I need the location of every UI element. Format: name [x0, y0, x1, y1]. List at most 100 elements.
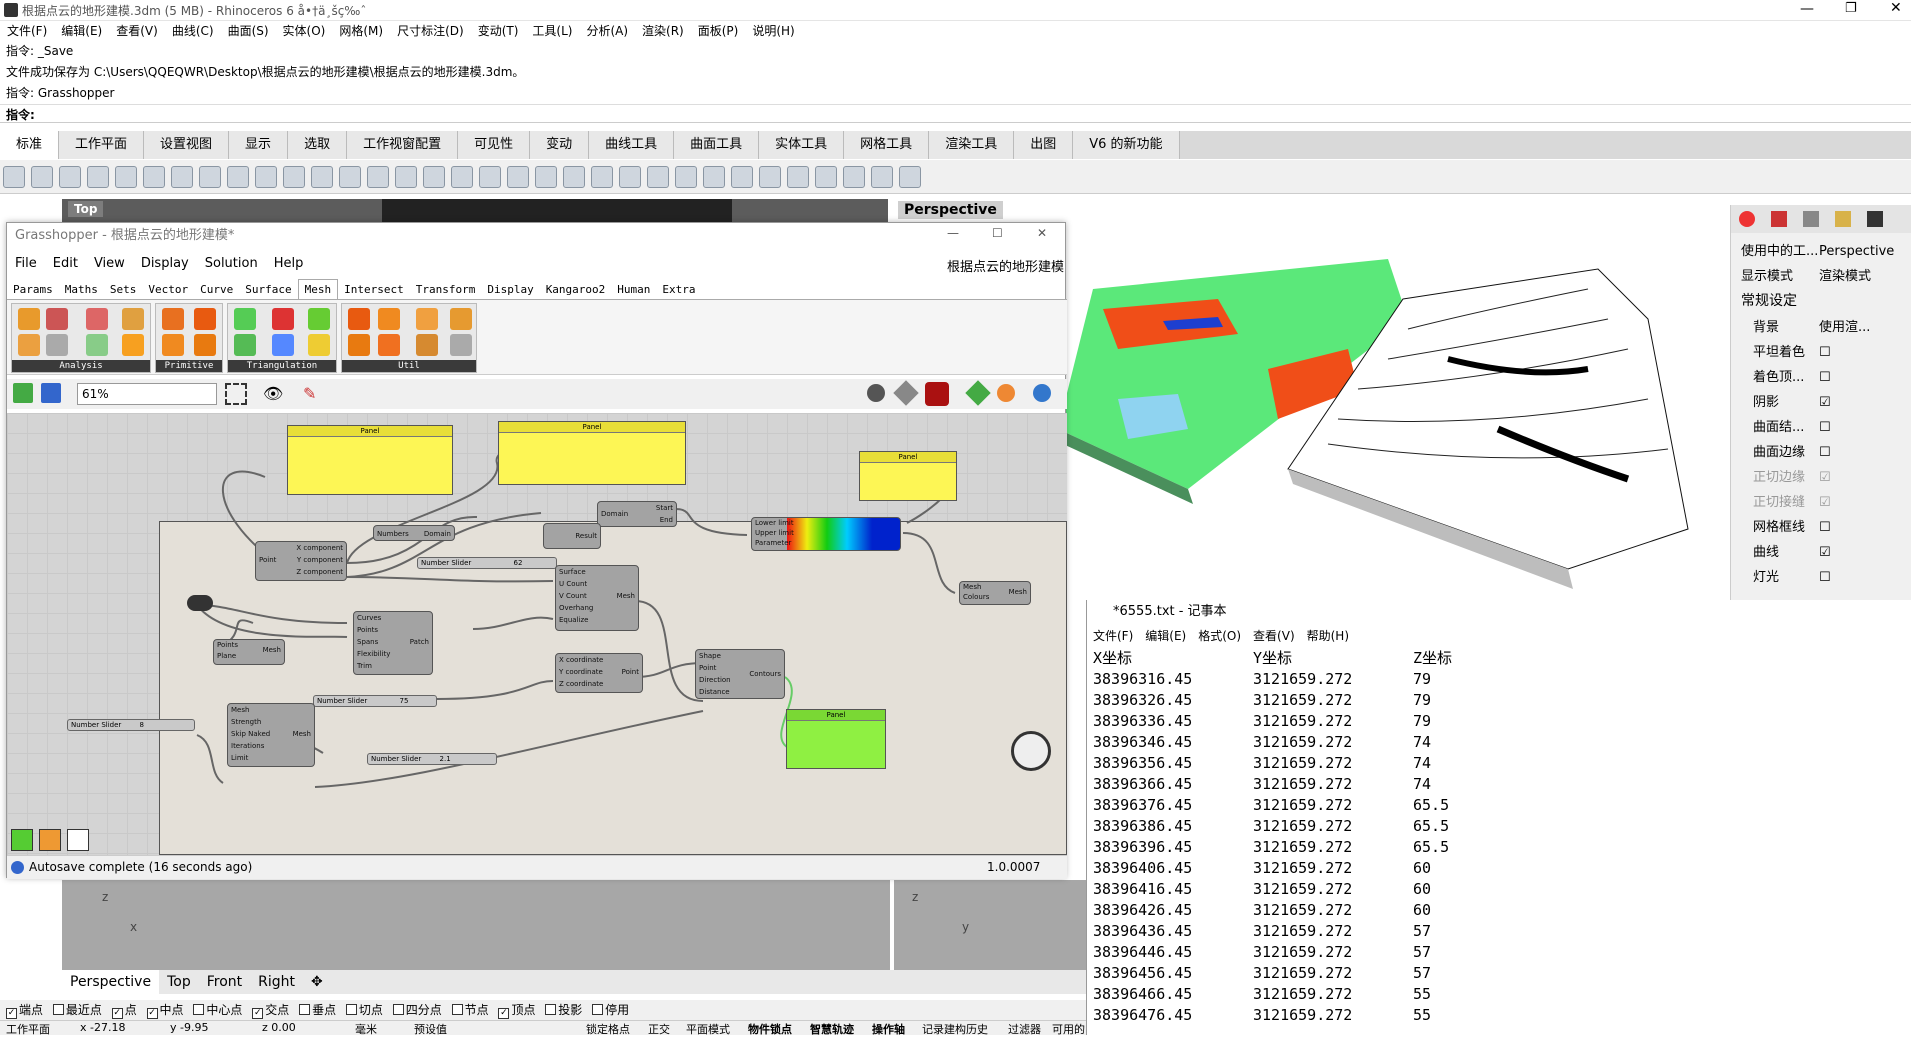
canvas-widget-icon[interactable] — [11, 829, 33, 851]
gh-number-slider[interactable]: Number Slider 75 — [313, 695, 437, 707]
preview-wire-icon[interactable] — [893, 380, 919, 406]
np-menu-edit[interactable]: 编辑(E) — [1139, 626, 1192, 646]
cut-icon[interactable] — [143, 166, 165, 188]
help-icon[interactable] — [899, 166, 921, 188]
zoom-icon[interactable] — [311, 166, 333, 188]
np-menu-format[interactable]: 格式(O) — [1192, 626, 1247, 646]
car-icon[interactable] — [479, 166, 501, 188]
gh-component-construct-point[interactable]: X coordinate Y coordinate Z coordinate Poin… — [555, 653, 643, 693]
gh-tab-vector[interactable]: Vector — [142, 280, 194, 300]
material-icon[interactable] — [1771, 211, 1787, 227]
canvas-widget-icon[interactable] — [67, 829, 89, 851]
gh-tab-transform[interactable]: Transform — [410, 280, 482, 300]
folder-icon[interactable] — [1835, 211, 1851, 227]
gh-tab-display[interactable]: Display — [481, 280, 539, 300]
menu-transform[interactable]: 变动(T) — [471, 21, 526, 41]
gh-panel-range[interactable]: Panel — [498, 421, 686, 485]
tab-display[interactable]: 显示 — [229, 131, 289, 159]
osnap-intersection[interactable]: ✓ 交点 — [252, 1000, 289, 1020]
undo-icon[interactable] — [227, 166, 249, 188]
new-icon[interactable] — [3, 166, 25, 188]
tab-standard[interactable]: 标准 — [0, 131, 60, 159]
option-checkbox[interactable]: ☐ — [1819, 340, 1831, 365]
menu-dimension[interactable]: 尺寸标注(D) — [390, 21, 471, 41]
zoom-extents-icon[interactable] — [367, 166, 389, 188]
gh-tab-maths[interactable]: Maths — [59, 280, 104, 300]
menu-surface[interactable]: 曲面(S) — [221, 21, 276, 41]
rotate-view-icon[interactable] — [283, 166, 305, 188]
copy-icon[interactable] — [171, 166, 193, 188]
gh-component-expression[interactable]: Result — [543, 523, 601, 549]
brush-icon[interactable] — [787, 166, 809, 188]
analysis-icon[interactable] — [46, 334, 68, 356]
gh-component-deconstruct[interactable]: Point X component Y component Z component — [255, 541, 347, 581]
notepad-text-area[interactable]: X坐标 Y坐标 Z坐标 38396316.45 3121659.272 79 3839632… — [1087, 648, 1911, 1035]
perspective-viewport-label[interactable]: Perspective — [898, 201, 1003, 219]
pen-icon[interactable] — [1803, 211, 1819, 227]
gh-minimize-button[interactable]: — — [947, 226, 959, 240]
np-menu-view[interactable]: 查看(V) — [1247, 626, 1301, 646]
triangulation-icon[interactable] — [308, 308, 330, 330]
gh-component-domain[interactable]: Domain Start End — [597, 501, 677, 527]
gh-menu-help[interactable]: Help — [266, 253, 312, 275]
canvas-widget-icon[interactable] — [39, 829, 61, 851]
gh-component-mesh-surface[interactable]: Surface U Count V Count Overhang Equalize Mes… — [555, 565, 639, 631]
tab-select[interactable]: 选取 — [288, 131, 348, 159]
osnap-project[interactable]: 投影 — [545, 1000, 582, 1020]
select-icon[interactable] — [507, 166, 529, 188]
np-menu-help[interactable]: 帮助(H) — [1301, 626, 1355, 646]
viewport-tab-perspective[interactable]: Perspective — [62, 970, 160, 994]
gh-component-smooth-mesh[interactable]: Mesh Strength Skip Naked Iterations Limit Mes… — [227, 703, 315, 767]
gh-canvas[interactable]: Panel Panel Panel Panel Domain Start End N… — [7, 413, 1067, 855]
gh-component-patch[interactable]: Curves Points Spans Flexibility Trim Patch — [353, 611, 433, 675]
layers-icon[interactable] — [647, 166, 669, 188]
triangulation-icon[interactable] — [272, 334, 294, 356]
tab-viewport-layout[interactable]: 工作视窗配置 — [347, 131, 459, 159]
analysis-icon[interactable] — [122, 308, 144, 330]
viewport-tab-top[interactable]: Top — [159, 970, 199, 994]
gh-number-slider[interactable]: Number Slider 2.1 — [367, 753, 497, 765]
osnap-near[interactable]: 最近点 — [52, 1000, 102, 1020]
osnap-tan[interactable]: 切点 — [345, 1000, 383, 1020]
menu-solid[interactable]: 实体(O) — [276, 21, 333, 41]
gh-component-delaunay[interactable]: Points Plane Mesh — [213, 639, 285, 665]
option-checkbox[interactable]: ☐ — [1819, 415, 1831, 440]
gh-tab-human[interactable]: Human — [611, 280, 656, 300]
close-button[interactable]: ✕ — [1890, 0, 1902, 16]
option-checkbox[interactable]: ☑ — [1819, 465, 1831, 490]
option-checkbox[interactable]: ☐ — [1819, 515, 1831, 540]
analysis-icon[interactable] — [46, 308, 68, 330]
gh-component-bounds[interactable]: Numbers Domain — [373, 525, 455, 541]
tab-visibility[interactable]: 可见性 — [458, 131, 531, 159]
cplane-icon[interactable] — [535, 166, 557, 188]
tab-cplanes[interactable]: 工作平面 — [59, 131, 145, 159]
gh-component-gradient[interactable]: Lower limit Upper limit Parameter — [751, 517, 901, 551]
dimension-icon[interactable] — [843, 166, 865, 188]
util-icon[interactable] — [348, 334, 370, 356]
top-viewport-label[interactable]: Top — [68, 201, 104, 217]
maximize-button[interactable]: ❐ — [1845, 1, 1857, 16]
osnap-point[interactable]: ✓ 点 — [111, 1000, 137, 1020]
osnap-end[interactable]: ✓ 端点 — [6, 1000, 43, 1020]
menu-tools[interactable]: 工具(L) — [525, 21, 579, 41]
option-checkbox[interactable]: ☐ — [1819, 565, 1831, 590]
tab-surface-tools[interactable]: 曲面工具 — [674, 131, 760, 159]
material-preview-icon[interactable] — [997, 384, 1015, 402]
gh-panel-points[interactable]: Panel — [287, 425, 453, 495]
gh-tab-extra[interactable]: Extra — [656, 280, 701, 300]
gh-component-mesh-colour[interactable]: Mesh Colours Mesh — [959, 581, 1031, 605]
menu-analyze[interactable]: 分析(A) — [579, 21, 635, 41]
osnap-knot[interactable]: 节点 — [451, 1000, 489, 1020]
menu-edit[interactable]: 编辑(E) — [54, 21, 109, 41]
lock-icon[interactable] — [619, 166, 641, 188]
print-icon[interactable] — [87, 166, 109, 188]
triangulation-icon[interactable] — [308, 334, 330, 356]
color-icon[interactable] — [1739, 211, 1755, 227]
gh-tab-surface[interactable]: Surface — [239, 280, 297, 300]
util-icon[interactable] — [416, 334, 438, 356]
gh-menu-solution[interactable]: Solution — [197, 253, 266, 275]
zoom-select[interactable]: 61% — [77, 383, 217, 405]
zoom-selected-icon[interactable] — [395, 166, 417, 188]
triangulation-icon[interactable] — [234, 334, 256, 356]
tab-new-in-v6[interactable]: V6 的新功能 — [1073, 131, 1180, 159]
